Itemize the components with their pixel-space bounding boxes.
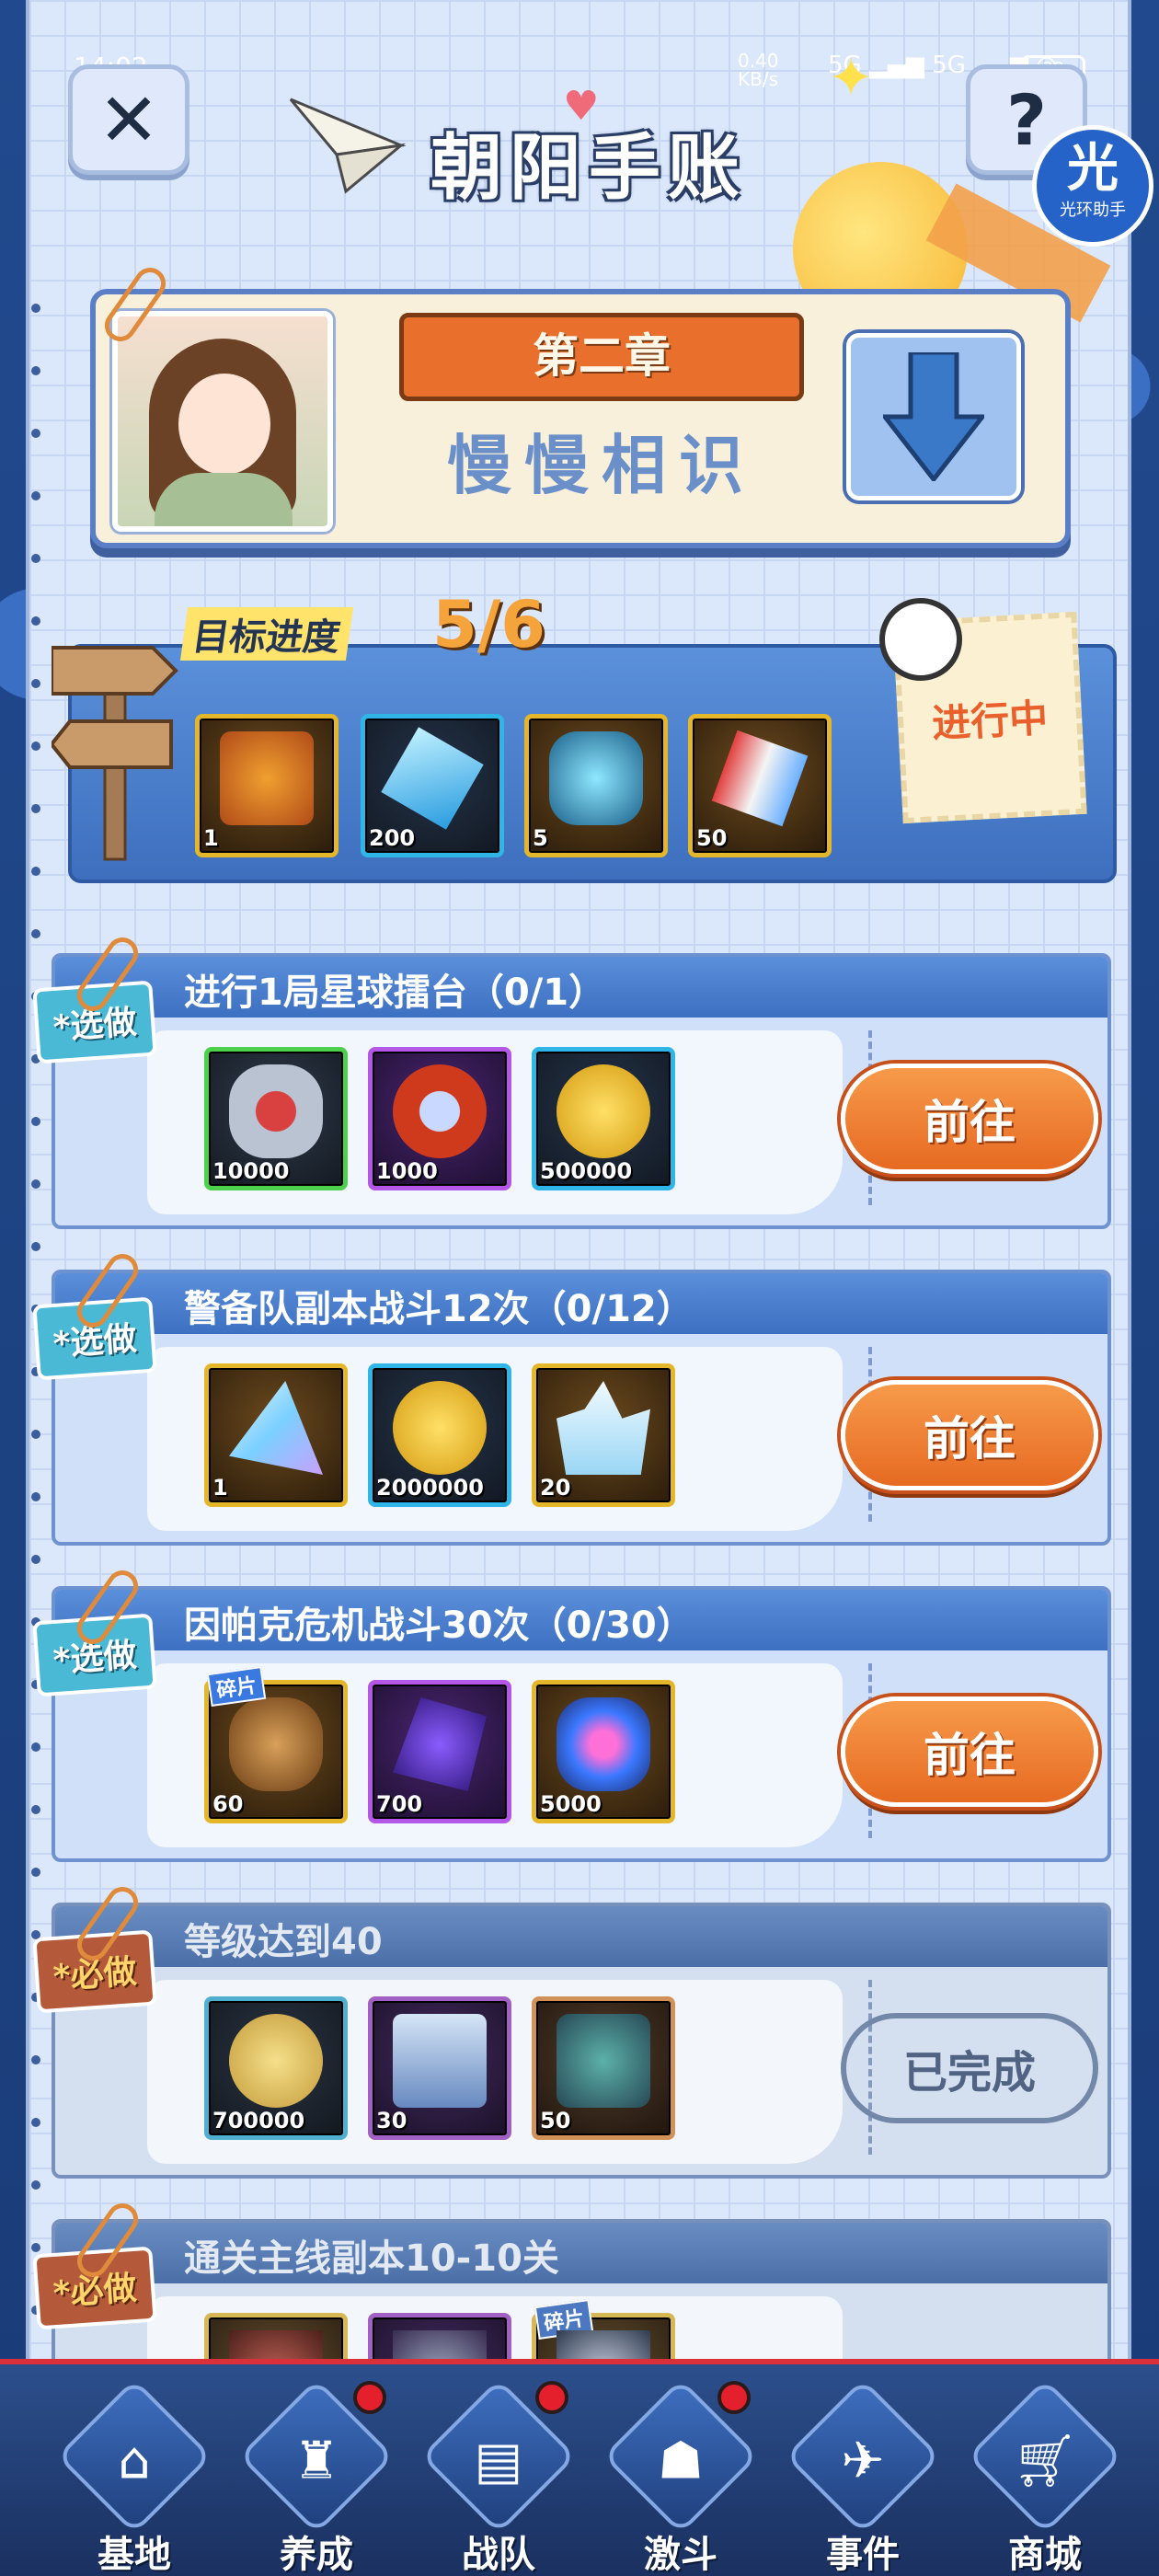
net-speed: 0.40 KB/s (738, 50, 779, 90)
task-title: 警备队副本战斗12次（0/12） (184, 1288, 694, 1330)
character-avatar (112, 311, 333, 532)
arrow-down-icon (883, 352, 984, 481)
helper-floating-button[interactable]: 光 光环助手 (1032, 125, 1153, 247)
gold-coin-icon (557, 1064, 650, 1158)
task-card: 警备队副本战斗12次（0/12） 前往 1 2000000 20 (52, 1270, 1111, 1546)
reward-tile[interactable]: 5000 (532, 1680, 675, 1823)
reward-tile[interactable]: 1 (195, 714, 339, 857)
reward-tile[interactable]: 1 (204, 1363, 348, 1507)
go-button[interactable]: 前往 (841, 1064, 1098, 1174)
winged-badge-icon (229, 1064, 323, 1158)
page-title: 朝阳手账 (430, 126, 747, 210)
task-card: 因帕克危机战斗30次（0/30） 前往 碎片 60 700 5000 (52, 1586, 1111, 1862)
go-button[interactable]: 前往 (841, 1696, 1098, 1807)
reward-tile[interactable]: 30 (368, 1996, 511, 2140)
go-button[interactable]: 前往 (841, 1380, 1098, 1490)
gold-coin-icon (229, 2014, 323, 2108)
red-white-crystal-icon (711, 730, 809, 827)
progress-value: 5/6 (432, 587, 545, 662)
task-title: 因帕克危机战斗30次（0/30） (184, 1604, 694, 1647)
nav-item-event[interactable]: ✈ 事件 (780, 2378, 946, 2576)
reward-tile[interactable]: 50 (532, 1996, 675, 2140)
team-icon: ▤ (474, 2431, 523, 2491)
task-title: 等级达到40 (184, 1921, 383, 1963)
monster-fragment-icon (229, 1697, 323, 1791)
blue-crystal-icon (381, 727, 484, 830)
notification-dot (535, 2381, 568, 2414)
battle-icon: ☗ (657, 2431, 705, 2491)
crystal-cluster-icon (557, 1381, 650, 1475)
chapter-ribbon: 第二章 (358, 313, 845, 406)
chapter-panel: 第二章 慢慢相识 (90, 289, 1071, 548)
egg-card-icon (557, 2014, 650, 2108)
chapter-name: 慢慢相识 (447, 427, 756, 503)
purple-ore-icon (393, 1697, 487, 1791)
energy-container-icon (549, 731, 643, 825)
close-button[interactable]: ✕ (68, 64, 189, 175)
supply-crate-icon (393, 2014, 487, 2108)
nav-item-team[interactable]: ▤ 战队 (416, 2378, 581, 2576)
emblem-icon (393, 1064, 487, 1158)
sparkle-icon: ✦ (828, 46, 875, 110)
bottom-navigation: ⌂ 基地 ♜ 养成 ▤ 战队 ☗ 激斗 ✈ 事件 🛒︎ 商城 (0, 2359, 1159, 2576)
helper-label: 光环助手 (1060, 201, 1126, 220)
nav-item-battle[interactable]: ☗ 激斗 (598, 2378, 763, 2576)
reward-tile[interactable]: 2000000 (368, 1363, 511, 1507)
gift-box-icon (220, 731, 314, 825)
task-card: 进行1局星球擂台（0/1） 前往 10000 1000 500000 (52, 953, 1111, 1229)
nav-item-training[interactable]: ♜ 养成 (234, 2378, 399, 2576)
nav-item-base[interactable]: ⌂ 基地 (52, 2378, 217, 2576)
reward-tile[interactable]: 50 (688, 714, 832, 857)
reward-tile[interactable]: 10000 (204, 1047, 348, 1190)
signpost-icon (52, 646, 178, 861)
reward-tile[interactable]: 700 (368, 1680, 511, 1823)
reward-tile[interactable]: 碎片 60 (204, 1665, 348, 1823)
helper-logo: 光 (1067, 139, 1119, 199)
task-title: 进行1局星球擂台（0/1） (184, 972, 606, 1014)
close-icon: ✕ (98, 76, 160, 163)
notification-dot (717, 2381, 751, 2414)
progress-label: 目标进度 (179, 607, 354, 661)
base-icon: ⌂ (118, 2431, 151, 2491)
reward-tile[interactable]: 500000 (532, 1047, 675, 1190)
event-icon: ✈ (841, 2431, 885, 2491)
reward-tile[interactable]: 200 (361, 714, 504, 857)
notification-dot (353, 2381, 386, 2414)
prism-icon (229, 1381, 323, 1475)
blue-core-icon (557, 1697, 650, 1791)
reward-tile[interactable]: 700000 (204, 1996, 348, 2140)
chapter-toggle-button[interactable] (846, 333, 1021, 500)
completed-button: 已完成 (841, 2013, 1098, 2123)
training-icon: ♜ (293, 2431, 340, 2491)
reward-tile[interactable]: 5 (524, 714, 668, 857)
gold-coin-icon (393, 1381, 487, 1475)
task-title: 通关主线副本10-10关 (184, 2237, 559, 2280)
clock-icon (879, 598, 962, 681)
reward-tile[interactable]: 20 (532, 1363, 675, 1507)
task-card: 等级达到40 已完成 700000 30 50 (52, 1903, 1111, 2179)
reward-tile[interactable]: 1000 (368, 1047, 511, 1190)
shop-cart-icon: 🛒︎ (1012, 2431, 1078, 2491)
nav-item-shop[interactable]: 🛒︎ 商城 (962, 2378, 1128, 2576)
